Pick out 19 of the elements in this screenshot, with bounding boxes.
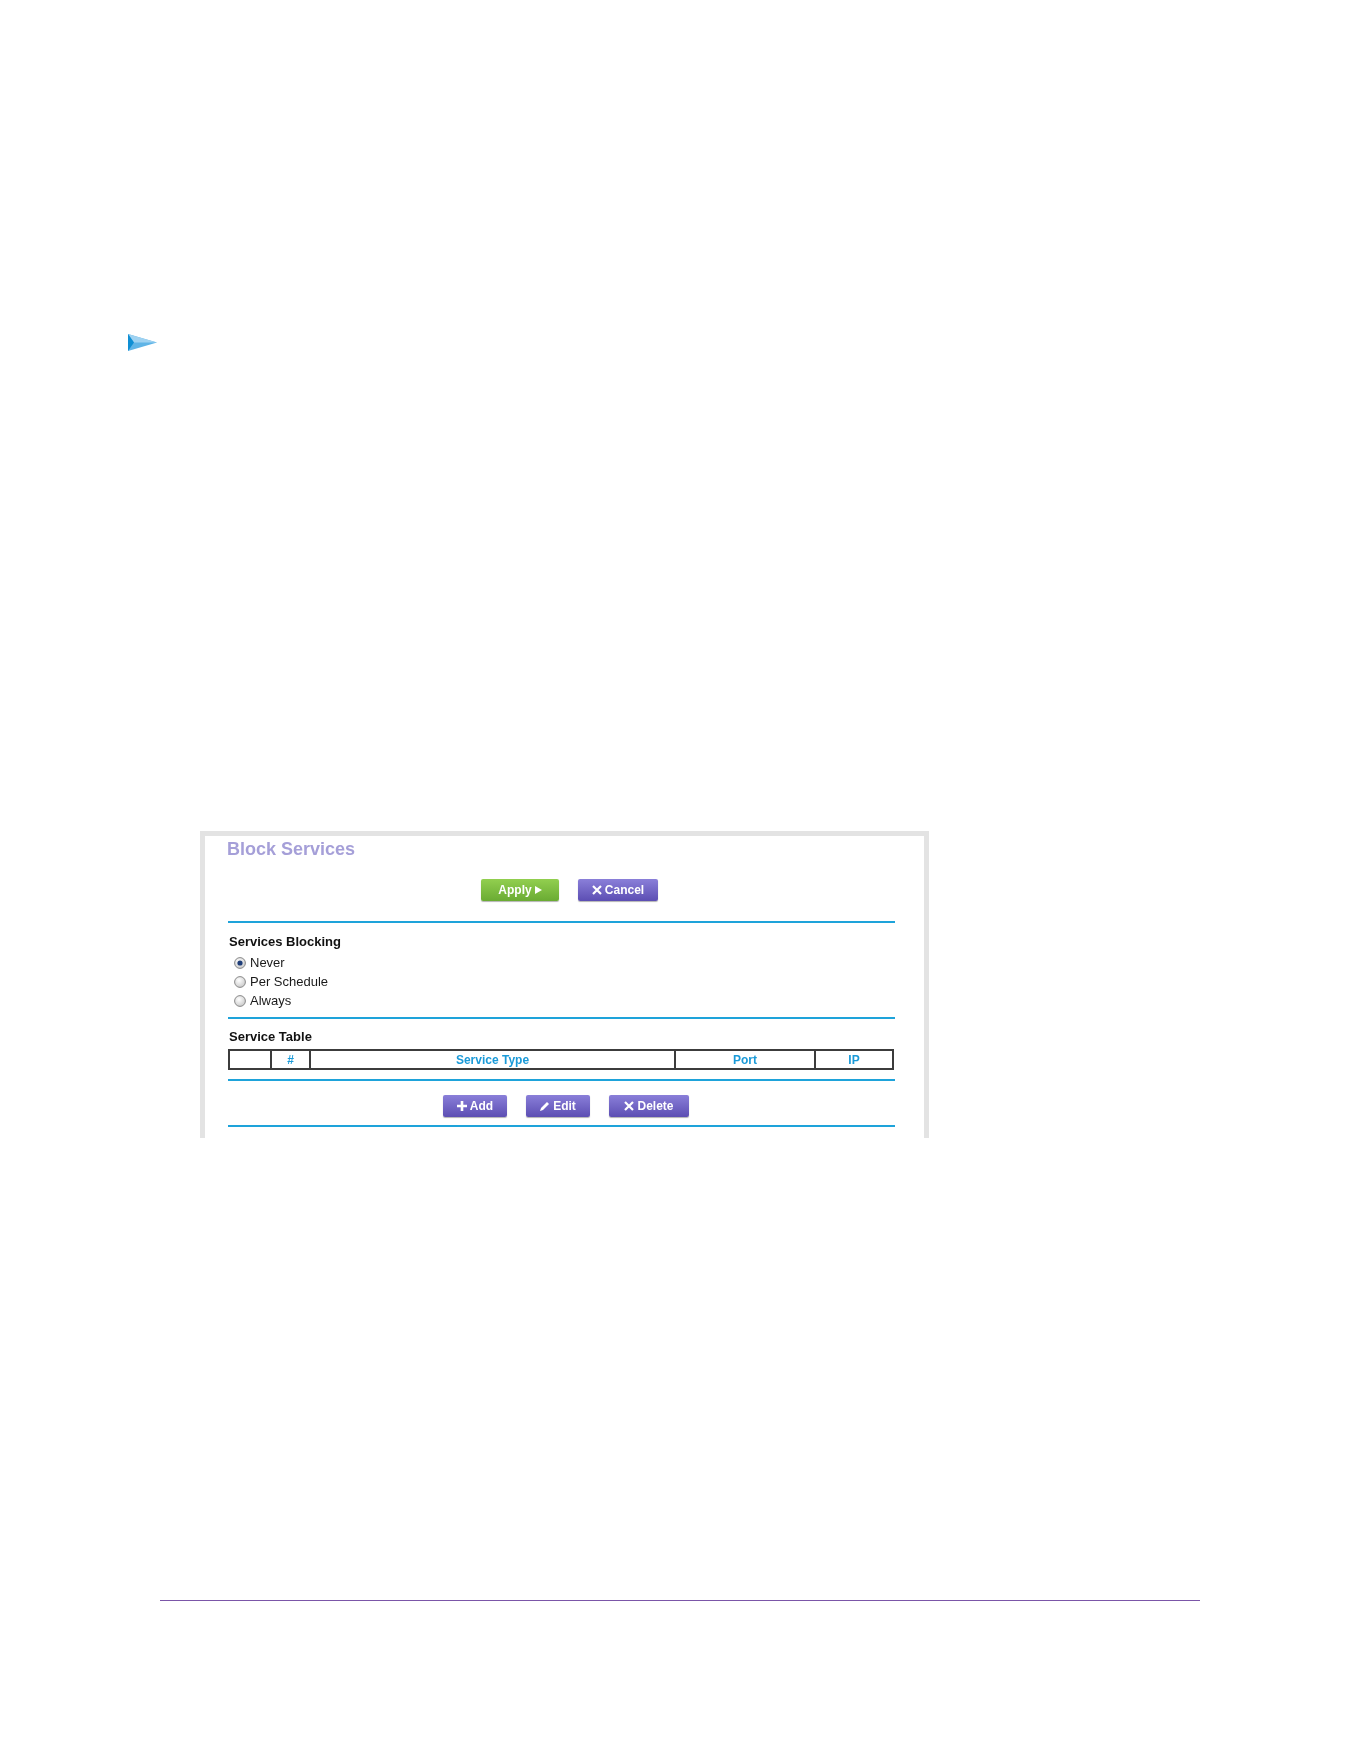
panel-title: Block Services: [227, 838, 356, 860]
close-icon: [624, 1101, 635, 1111]
pencil-icon: [540, 1101, 551, 1111]
radio-label: Never: [250, 954, 285, 971]
radio-button[interactable]: [234, 994, 246, 1007]
delete-button[interactable]: Delete: [609, 1095, 689, 1117]
radio-label: Per Schedule: [250, 973, 329, 990]
radio-button[interactable]: [234, 956, 246, 969]
add-button[interactable]: Add: [443, 1095, 507, 1117]
radio-button[interactable]: [234, 975, 246, 988]
section-heading: Service Table: [229, 1029, 312, 1045]
triangle-icon: [128, 334, 157, 351]
edit-button[interactable]: Edit: [526, 1095, 590, 1117]
cancel-button[interactable]: Cancel: [578, 879, 658, 901]
section-heading: Services Blocking: [229, 934, 341, 950]
plus-icon: [456, 1101, 467, 1111]
play-icon: [534, 886, 542, 894]
radio-label: Always: [250, 992, 292, 1009]
close-icon: [591, 885, 602, 895]
